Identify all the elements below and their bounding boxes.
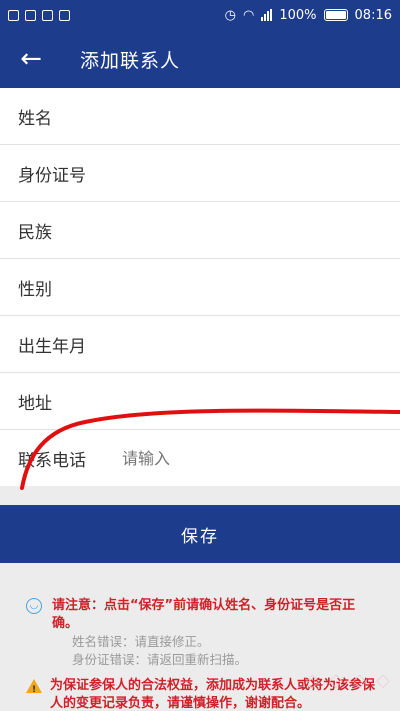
back-arrow-icon[interactable]: ← [0, 30, 62, 88]
notification-icon [59, 9, 70, 21]
field-label: 性别 [18, 279, 52, 300]
notification-icon [8, 9, 19, 21]
notice-panel: ◡ 请注意：点击“保存”前请确认姓名、身份证号是否正确。 姓名错误：请直接修正。… [0, 563, 400, 711]
image-icon [42, 9, 53, 21]
id-error-hint: 身份证错误：请返回重新扫描。 [72, 652, 248, 667]
ethnicity-field[interactable]: 民族 [0, 202, 400, 259]
save-button[interactable]: 保存 [0, 505, 400, 563]
field-label: 地址 [18, 393, 52, 414]
name-error-hint: 姓名错误：请直接修正。 [72, 634, 210, 649]
alarm-icon: ◷ [224, 7, 237, 23]
notification-icon [25, 9, 36, 21]
warning-icon: ! [26, 679, 42, 695]
field-label: 民族 [18, 222, 52, 243]
watermark: ◇ ◇ ◇ ◇ [305, 670, 392, 691]
gender-field[interactable]: 性别 [0, 259, 400, 316]
page-title: 添加联系人 [80, 49, 181, 72]
notification-icons [8, 9, 70, 21]
app-bar: ← 添加联系人 [0, 30, 400, 88]
field-label: 身份证号 [18, 165, 86, 186]
field-label: 姓名 [18, 108, 52, 129]
address-field[interactable]: 地址 [0, 373, 400, 430]
notice-confirm-text: 请注意：点击“保存”前请确认姓名、身份证号是否正确。 [52, 598, 356, 631]
phone-input[interactable] [122, 449, 342, 468]
id-number-field[interactable]: 身份证号 [0, 145, 400, 202]
phone-field: 联系电话 [0, 430, 400, 487]
battery-level: 100% [279, 7, 317, 23]
wifi-icon: ◠ [243, 7, 255, 23]
smile-icon: ◡ [26, 598, 42, 614]
status-bar: ◷ ◠ 100% 08:16 [0, 0, 400, 30]
clock: 08:16 [354, 7, 392, 23]
signal-icon [261, 9, 273, 21]
birth-date-field[interactable]: 出生年月 [0, 316, 400, 373]
battery-icon [323, 9, 348, 21]
name-field[interactable]: 姓名 [0, 88, 400, 145]
contact-form: 姓名 身份证号 民族 性别 出生年月 地址 联系电话 [0, 88, 400, 486]
field-label: 出生年月 [18, 336, 86, 357]
field-label: 联系电话 [18, 451, 86, 471]
